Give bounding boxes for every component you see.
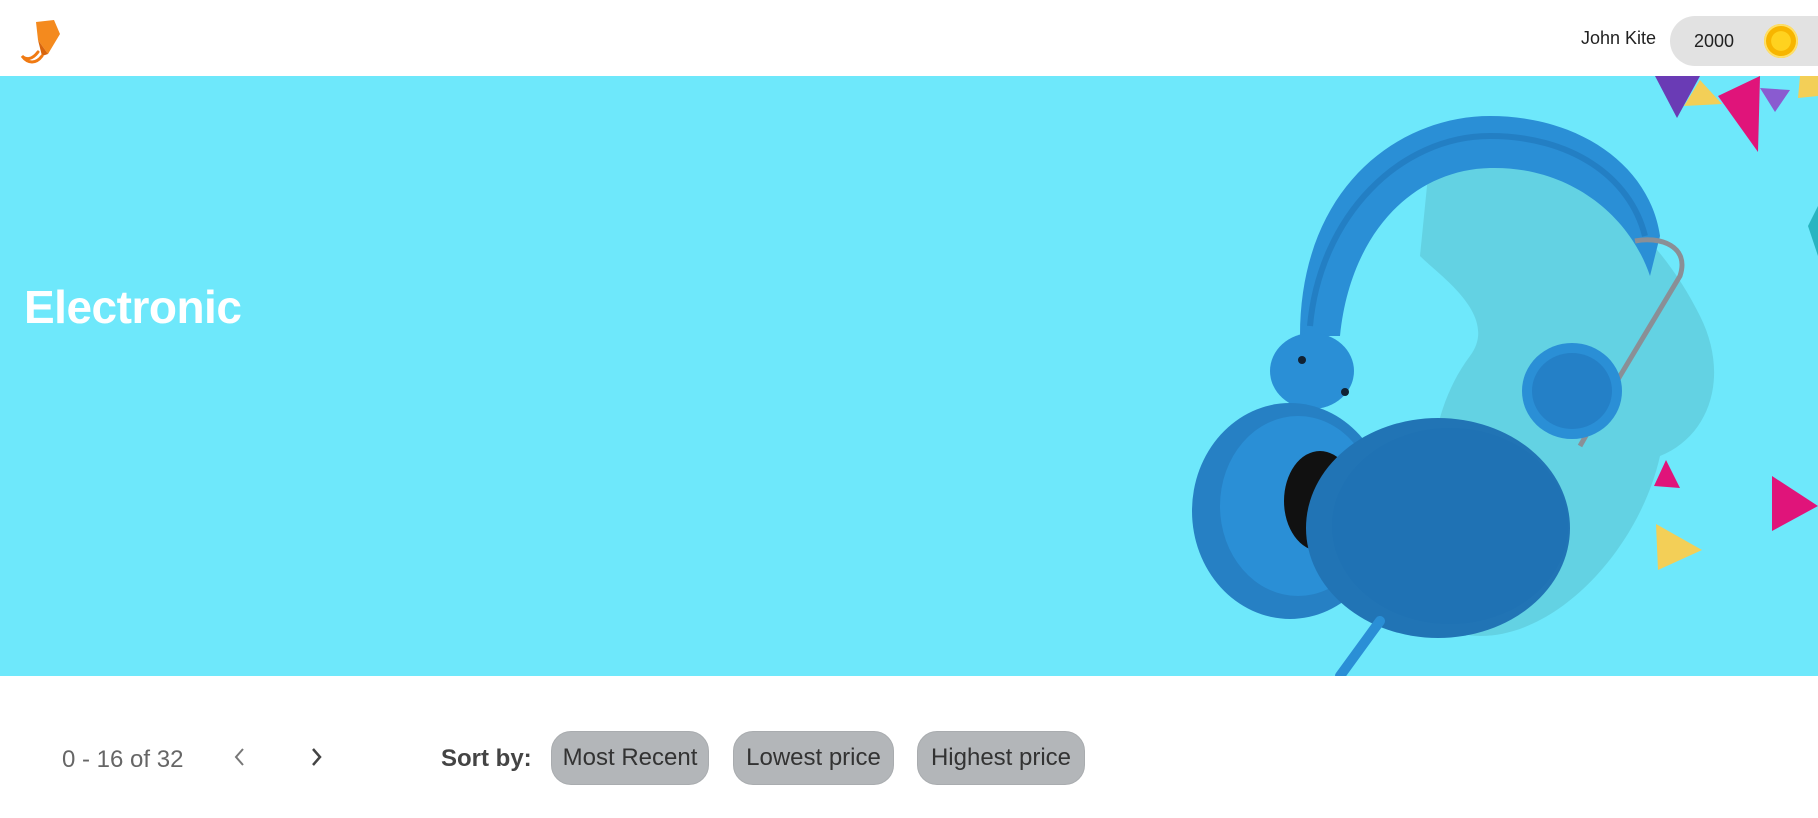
user-name[interactable]: John Kite [1581, 28, 1656, 49]
listing-toolbar: 0 - 16 of 32 Sort by: Most Recent Lowest… [0, 676, 1818, 818]
category-title: Electronic [24, 281, 242, 333]
sort-highest-price-button[interactable]: Highest price [917, 731, 1085, 785]
top-bar: John Kite 2000 [0, 0, 1818, 76]
category-banner: Electronic [0, 76, 1818, 676]
chevron-left-icon[interactable] [224, 742, 254, 772]
pagination-range: 0 - 16 of 32 [62, 746, 184, 773]
coin-balance[interactable]: 2000 [1670, 16, 1818, 66]
sort-label: Sort by: [441, 745, 532, 772]
coin-count: 2000 [1694, 31, 1735, 51]
sort-lowest-price-button[interactable]: Lowest price [733, 731, 894, 785]
kite-logo-icon[interactable] [14, 18, 62, 64]
chevron-right-icon[interactable] [302, 742, 332, 772]
sort-most-recent-button[interactable]: Most Recent [551, 731, 709, 785]
coin-icon [1764, 24, 1798, 58]
headphones-illustration [1192, 76, 1818, 676]
